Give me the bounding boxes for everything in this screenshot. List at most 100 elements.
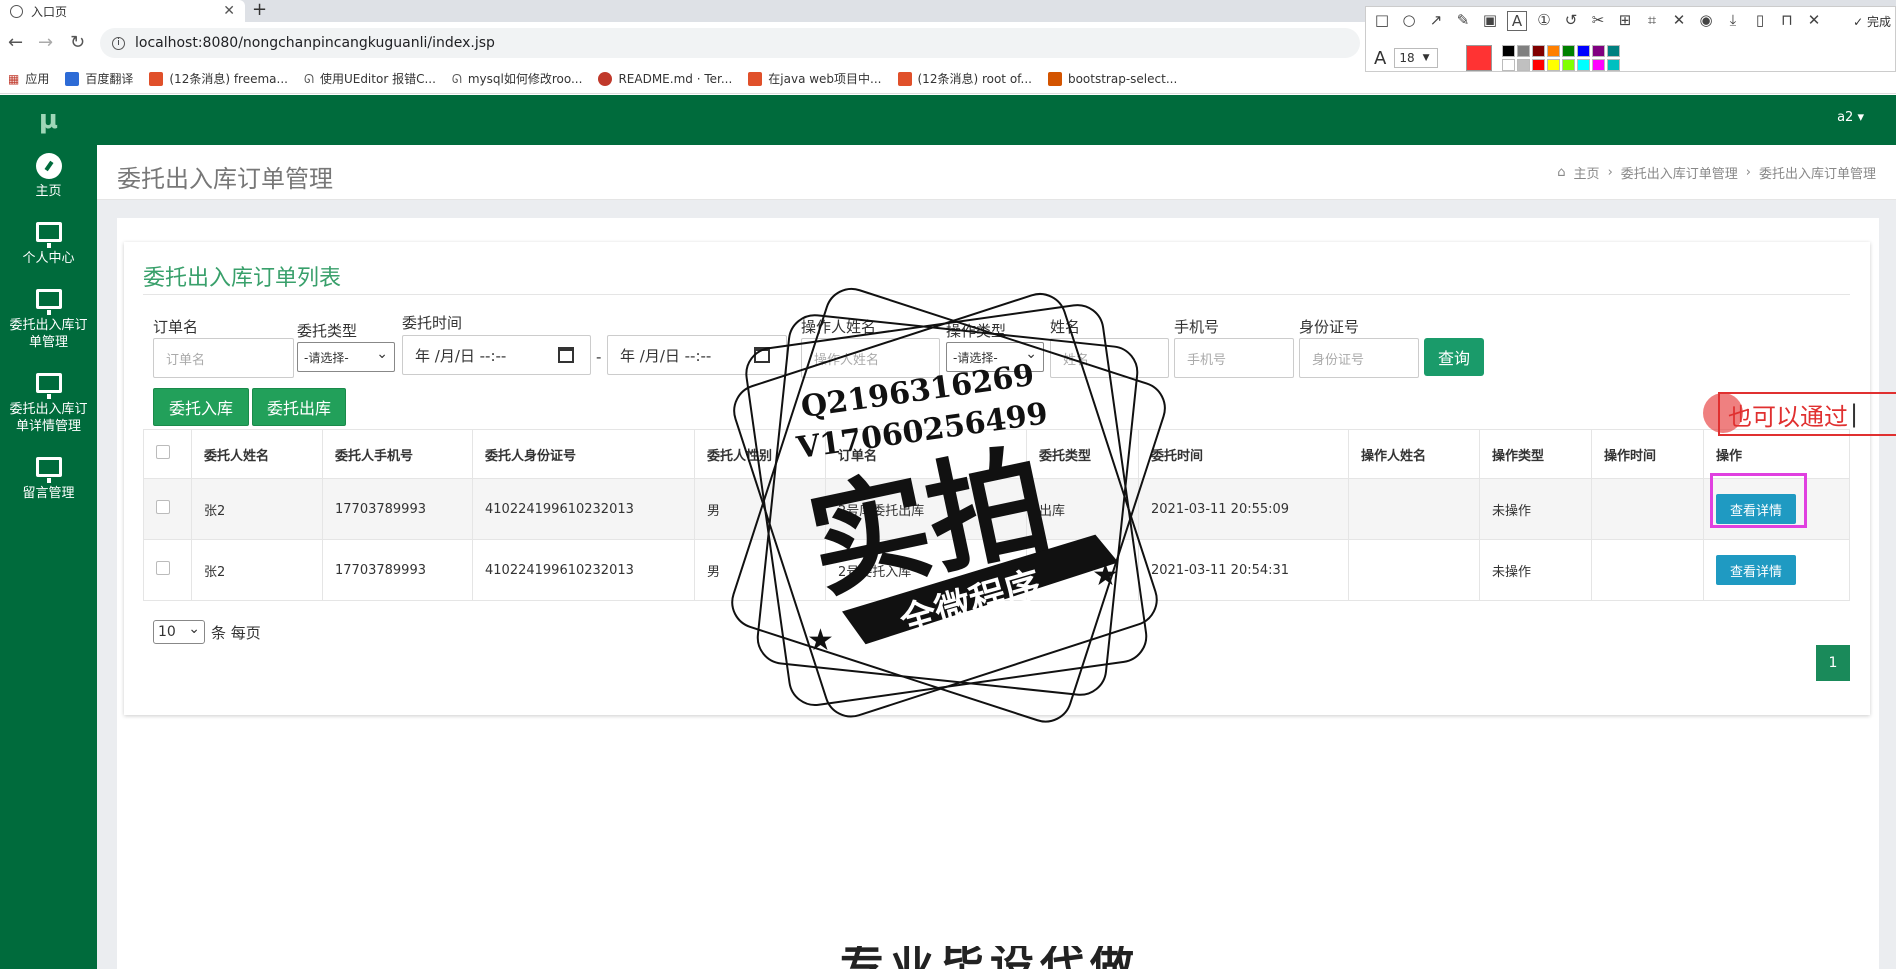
color-swatch[interactable] <box>1547 45 1561 57</box>
page-size-select[interactable]: 10 <box>153 620 205 644</box>
color-swatch[interactable] <box>1562 45 1576 57</box>
phone-icon[interactable]: ▯ <box>1750 11 1770 31</box>
back-icon[interactable]: ← <box>8 32 23 53</box>
card-title: 委托出入库订单列表 <box>143 266 342 291</box>
cell-order: 2号委托入库 <box>825 539 1027 601</box>
bookmark-apps[interactable]: ▦ 应用 <box>8 70 49 87</box>
type-select[interactable]: -请选择- <box>297 342 395 372</box>
color-swatch[interactable] <box>1607 45 1621 57</box>
name-label: 姓名 <box>1050 318 1081 336</box>
color-swatch[interactable] <box>1532 59 1546 71</box>
color-swatch[interactable] <box>1547 59 1561 71</box>
color-swatch[interactable] <box>1592 59 1606 71</box>
cell-type: 出库 <box>1026 478 1139 540</box>
id-label: 身份证号 <box>1299 318 1360 336</box>
select-all-checkbox[interactable] <box>156 445 170 459</box>
color-swatch[interactable] <box>1592 45 1606 57</box>
url-field[interactable]: i localhost:8080/nongchanpincangkuguanli… <box>100 28 1360 58</box>
bookmark-item[interactable]: ᘏ 使用UEditor 报错C... <box>304 70 436 87</box>
color-swatch[interactable] <box>1517 45 1531 57</box>
info-icon[interactable]: i <box>112 36 125 50</box>
row-checkbox[interactable] <box>156 561 170 575</box>
bookmark-item[interactable]: (12条消息) freema... <box>149 70 288 87</box>
record-icon[interactable]: ◉ <box>1696 11 1716 31</box>
breadcrumb-item[interactable]: 委托出入库订单管理 <box>1621 163 1738 182</box>
order-no-input[interactable]: 订单名 <box>153 338 294 378</box>
ocr-icon[interactable]: ⊞ <box>1615 11 1635 31</box>
bookmark-item[interactable]: 百度翻译 <box>65 70 133 87</box>
operator-input[interactable]: 操作人姓名 <box>801 338 940 378</box>
browser-tab[interactable]: 入口页 ✕ <box>0 0 245 22</box>
view-detail-button[interactable]: 查看详情 <box>1716 555 1796 585</box>
bookmark-item[interactable]: ᘏ mysql如何修改roo... <box>452 70 583 87</box>
color-swatch[interactable] <box>1562 59 1576 71</box>
color-swatch[interactable] <box>1607 59 1621 71</box>
order-no-label: 订单名 <box>153 318 199 336</box>
phone-label: 手机号 <box>1174 318 1220 336</box>
screenshot-toolbar: □ ○ ↗ ✎ ▣ A ① ↺ ✂ ⊞ ⌗ ✕ ◉ ⤓ ▯ ⊓ ✕ ✓ 完成 A… <box>1365 6 1896 72</box>
color-swatch[interactable] <box>1532 45 1546 57</box>
sidebar-item-orders[interactable]: 委托出入库订单管理 <box>0 281 97 359</box>
forward-icon[interactable]: → <box>38 32 53 53</box>
close-tab-icon[interactable]: ✕ <box>223 3 235 19</box>
sidebar-item-home[interactable]: 主页 <box>0 145 97 208</box>
sidebar-item-order-details[interactable]: 委托出入库订单详情管理 <box>0 365 97 443</box>
color-swatch[interactable] <box>1577 45 1591 57</box>
annotation-textbox[interactable]: 也可以通过 | <box>1718 392 1896 436</box>
number-tool-icon[interactable]: ① <box>1534 11 1554 31</box>
column-header: 委托人手机号 <box>322 429 473 479</box>
calendar-icon[interactable] <box>754 347 770 363</box>
color-swatch[interactable] <box>1502 59 1516 71</box>
cell-order: 2号库委托出库 <box>825 478 1027 540</box>
color-swatch[interactable] <box>1502 45 1516 57</box>
id-input[interactable]: 身份证号 <box>1299 338 1419 378</box>
date-from-input[interactable]: 年 /月/日 --:-- <box>402 335 591 375</box>
date-to-input[interactable]: 年 /月/日 --:-- <box>607 335 787 375</box>
rectangle-tool-icon[interactable]: □ <box>1372 11 1392 31</box>
outbound-button[interactable]: 委托出库 <box>252 388 346 426</box>
undo-icon[interactable]: ↺ <box>1561 11 1581 31</box>
done-button[interactable]: ✓ 完成 <box>1853 13 1891 30</box>
pen-tool-icon[interactable]: ✎ <box>1453 11 1473 31</box>
bookmark-item[interactable]: README.md · Ter... <box>598 71 732 86</box>
type-label: 委托类型 <box>297 322 358 340</box>
new-tab-icon[interactable]: + <box>252 0 267 20</box>
cell-idcard: 410224199610232013 <box>472 478 695 540</box>
cell-time: 2021-03-11 20:55:09 <box>1138 478 1349 540</box>
row-checkbox[interactable] <box>156 500 170 514</box>
op-type-select[interactable]: -请选择- <box>946 342 1044 372</box>
bookmark-item[interactable]: 在java web项目中... <box>748 70 882 87</box>
phone-input[interactable]: 手机号 <box>1174 338 1294 378</box>
cell-gender: 男 <box>694 539 826 601</box>
arrow-tool-icon[interactable]: ↗ <box>1426 11 1446 31</box>
mosaic-tool-icon[interactable]: ▣ <box>1480 11 1500 31</box>
sidebar-item-profile[interactable]: 个人中心 <box>0 214 97 275</box>
inbound-button[interactable]: 委托入库 <box>153 388 249 426</box>
bookmark-item[interactable]: bootstrap-select... <box>1047 71 1177 86</box>
current-color-swatch[interactable] <box>1466 45 1493 71</box>
user-menu[interactable]: a2 ▾ <box>1837 110 1864 125</box>
scissors-icon[interactable]: ✂ <box>1588 11 1608 31</box>
sidebar-item-messages[interactable]: 留言管理 <box>0 449 97 510</box>
font-size-select[interactable]: 18 ▼ <box>1394 48 1439 68</box>
monitor-icon <box>35 373 62 399</box>
name-input[interactable]: 姓名 <box>1050 338 1169 378</box>
cancel-icon[interactable]: ✕ <box>1804 11 1824 31</box>
pin-icon[interactable]: ✕ <box>1669 11 1689 31</box>
cell-operator <box>1348 539 1480 601</box>
color-swatch[interactable] <box>1517 59 1531 71</box>
color-swatch[interactable] <box>1577 59 1591 71</box>
page-button-current[interactable]: 1 <box>1816 645 1850 681</box>
cell-idcard: 410224199610232013 <box>472 539 695 601</box>
bookmark-icon[interactable]: ⊓ <box>1777 11 1797 31</box>
crop-icon[interactable]: ⌗ <box>1642 11 1662 31</box>
calendar-icon[interactable] <box>558 347 574 363</box>
globe-icon <box>10 4 23 18</box>
breadcrumb-home[interactable]: 主页 <box>1574 163 1600 182</box>
download-icon[interactable]: ⤓ <box>1723 11 1743 31</box>
text-tool-icon[interactable]: A <box>1507 11 1527 31</box>
bookmark-item[interactable]: (12条消息) root of... <box>897 70 1032 87</box>
query-button[interactable]: 查询 <box>1424 338 1484 376</box>
ellipse-tool-icon[interactable]: ○ <box>1399 11 1419 31</box>
reload-icon[interactable]: ↻ <box>70 32 85 53</box>
